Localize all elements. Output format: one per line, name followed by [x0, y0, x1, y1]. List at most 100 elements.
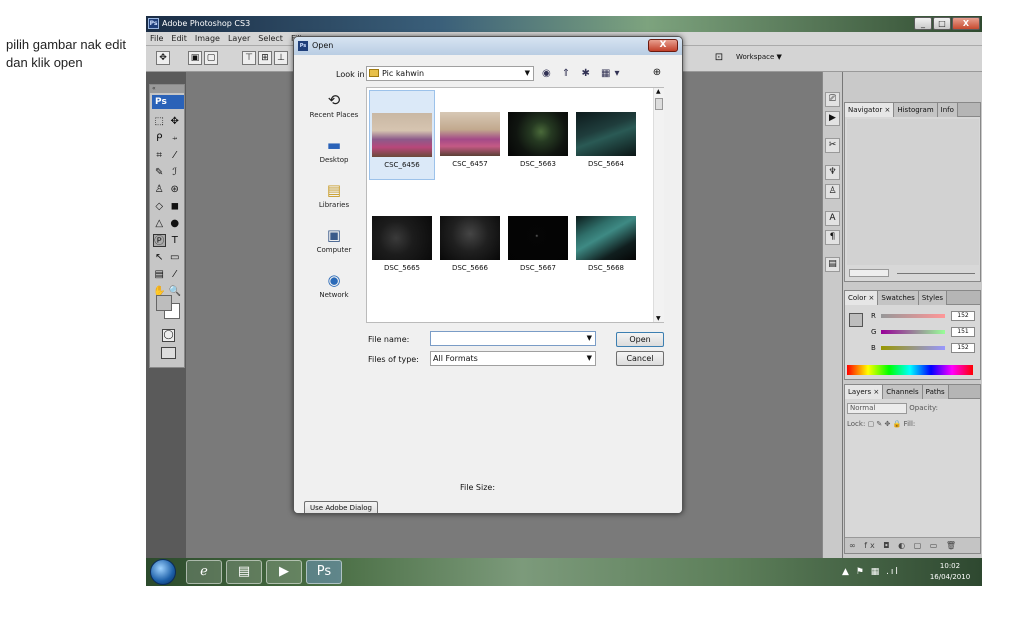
- brushes-panel-icon[interactable]: ♆: [825, 165, 840, 180]
- chevron-down-icon[interactable]: ▼: [587, 332, 592, 345]
- workspace-menu[interactable]: Workspace ▼: [736, 53, 782, 61]
- blend-mode-select[interactable]: Normal: [847, 402, 907, 414]
- tab-styles[interactable]: Styles: [918, 291, 948, 305]
- notes-tool-icon[interactable]: ▤: [153, 268, 166, 281]
- minimize-button[interactable]: _: [914, 17, 932, 30]
- lasso-tool-icon[interactable]: ᑭ: [153, 132, 166, 145]
- explorer-folder-icon[interactable]: ▤: [226, 560, 262, 584]
- transform-controls-icon[interactable]: ▢: [204, 51, 218, 65]
- menu-layer[interactable]: Layer: [224, 32, 254, 46]
- tab-swatches[interactable]: Swatches: [878, 291, 919, 305]
- screen-mode-icon[interactable]: [161, 347, 176, 359]
- gradient-tool-icon[interactable]: ◼: [169, 200, 182, 213]
- shape-tool-icon[interactable]: ▭: [169, 251, 182, 264]
- tab-color[interactable]: Color ×: [845, 291, 879, 305]
- scroll-thumb[interactable]: [655, 98, 663, 110]
- dialog-nav-icons[interactable]: ◉ ⇑ ✱ ▦▾: [542, 66, 624, 81]
- color-value-b[interactable]: 152: [951, 343, 975, 353]
- healing-brush-tool-icon[interactable]: ✎: [153, 166, 166, 179]
- file-item[interactable]: DSC_5664: [573, 90, 639, 180]
- scroll-up-icon[interactable]: ▲: [656, 88, 661, 95]
- auto-select-icon[interactable]: ▣: [188, 51, 202, 65]
- tool-presets-icon[interactable]: ✂: [825, 138, 840, 153]
- color-preview-swatch[interactable]: [849, 313, 863, 327]
- look-in-select[interactable]: Pic kahwin ▼: [366, 66, 534, 81]
- file-list-scrollbar[interactable]: ▲ ▼: [653, 88, 664, 322]
- use-adobe-dialog-button[interactable]: Use Adobe Dialog: [304, 501, 378, 513]
- quick-mask-icon[interactable]: ◯: [162, 329, 175, 342]
- cancel-button[interactable]: Cancel: [616, 351, 664, 366]
- align-bottom-icon[interactable]: ⊥: [274, 51, 288, 65]
- marquee-tool-icon[interactable]: ⬚: [153, 115, 166, 128]
- tab-histogram[interactable]: Histogram: [894, 103, 938, 117]
- eraser-tool-icon[interactable]: ◇: [153, 200, 166, 213]
- file-item[interactable]: DSC_5663: [505, 90, 571, 180]
- clock[interactable]: 10:02 16/04/2010: [922, 561, 978, 585]
- place-recent[interactable]: ⟲ Recent Places: [304, 91, 364, 134]
- dialog-close-button[interactable]: X: [648, 39, 678, 52]
- pen-tool-icon[interactable]: Ⓟ: [153, 234, 166, 247]
- align-middle-icon[interactable]: ⊞: [258, 51, 272, 65]
- photoshop-taskbar-button[interactable]: Ps: [306, 560, 342, 584]
- color-slider-r[interactable]: [881, 314, 945, 318]
- actions-panel-icon[interactable]: ▶: [825, 111, 840, 126]
- paragraph-panel-icon[interactable]: ¶: [825, 230, 840, 245]
- internet-explorer-icon[interactable]: ℯ: [186, 560, 222, 584]
- media-player-icon[interactable]: ▶: [266, 560, 302, 584]
- path-selection-tool-icon[interactable]: ↖: [153, 251, 166, 264]
- system-tray[interactable]: ▲ ⚑ ▦ .ıl ◄): [842, 562, 902, 582]
- tab-channels[interactable]: Channels: [883, 385, 923, 399]
- foreground-color-swatch[interactable]: [156, 295, 172, 311]
- file-item[interactable]: DSC_5665: [369, 194, 435, 284]
- character-panel-icon[interactable]: A: [825, 211, 840, 226]
- lock-icons[interactable]: ▢ ✎ ✥ 🔒: [868, 420, 902, 428]
- menu-file[interactable]: File: [146, 32, 167, 46]
- tab-navigator[interactable]: Navigator ×: [845, 103, 895, 117]
- blur-tool-icon[interactable]: △: [153, 217, 166, 230]
- history-brush-tool-icon[interactable]: ⊛: [169, 183, 182, 196]
- tab-layers[interactable]: Layers ×: [845, 385, 884, 399]
- color-value-r[interactable]: 152: [951, 311, 975, 321]
- slice-tool-icon[interactable]: ⁄: [169, 149, 182, 162]
- navigator-zoom-slider[interactable]: [897, 273, 975, 274]
- place-libraries[interactable]: ▤ Libraries: [304, 181, 364, 224]
- close-button[interactable]: X: [952, 17, 980, 30]
- navigator-panel-icon[interactable]: ⎚: [825, 92, 840, 107]
- file-item[interactable]: DSC_5668: [573, 194, 639, 284]
- files-of-type-select[interactable]: All Formats ▼: [430, 351, 596, 366]
- file-item[interactable]: CSC_6456: [369, 90, 435, 180]
- menu-select[interactable]: Select: [254, 32, 287, 46]
- color-slider-b[interactable]: [881, 346, 945, 350]
- tool-preset-icon[interactable]: ✥: [156, 51, 170, 65]
- file-item[interactable]: CSC_6457: [437, 90, 503, 180]
- tab-paths[interactable]: Paths: [922, 385, 949, 399]
- magic-wand-tool-icon[interactable]: ⍆: [169, 132, 182, 145]
- workspace-icon[interactable]: ⊡: [712, 51, 726, 65]
- align-top-icon[interactable]: ⊤: [242, 51, 256, 65]
- file-name-input[interactable]: ▼: [430, 331, 596, 346]
- color-spectrum-bar[interactable]: [847, 365, 973, 375]
- start-button[interactable]: [150, 559, 176, 585]
- scroll-down-icon[interactable]: ▼: [656, 315, 661, 322]
- dodge-tool-icon[interactable]: ●: [169, 217, 182, 230]
- brush-tool-icon[interactable]: ℐ: [169, 166, 182, 179]
- clone-source-icon[interactable]: ♙: [825, 184, 840, 199]
- move-tool-icon[interactable]: ✥: [169, 115, 182, 128]
- layer-comps-icon[interactable]: ▤: [825, 257, 840, 272]
- place-computer[interactable]: ▣ Computer: [304, 226, 364, 269]
- clone-stamp-tool-icon[interactable]: ♙: [153, 183, 166, 196]
- color-value-g[interactable]: 151: [951, 327, 975, 337]
- place-desktop[interactable]: ▬ Desktop: [304, 136, 364, 179]
- new-folder-icon[interactable]: ⊕: [650, 66, 664, 80]
- eyedropper-tool-icon[interactable]: ⁄: [169, 268, 182, 281]
- crop-tool-icon[interactable]: ⌗: [153, 149, 166, 162]
- tab-info[interactable]: Info: [937, 103, 958, 117]
- menu-edit[interactable]: Edit: [167, 32, 191, 46]
- file-item[interactable]: DSC_5666: [437, 194, 503, 284]
- menu-image[interactable]: Image: [191, 32, 224, 46]
- layers-footer-icons[interactable]: ∞ fx ◘ ◐ ▢ ▭ 🗑: [845, 537, 980, 553]
- place-network[interactable]: ◉ Network: [304, 271, 364, 314]
- type-tool-icon[interactable]: T: [169, 234, 181, 247]
- file-item[interactable]: DSC_5667: [505, 194, 571, 284]
- navigator-zoom-field[interactable]: [849, 269, 889, 277]
